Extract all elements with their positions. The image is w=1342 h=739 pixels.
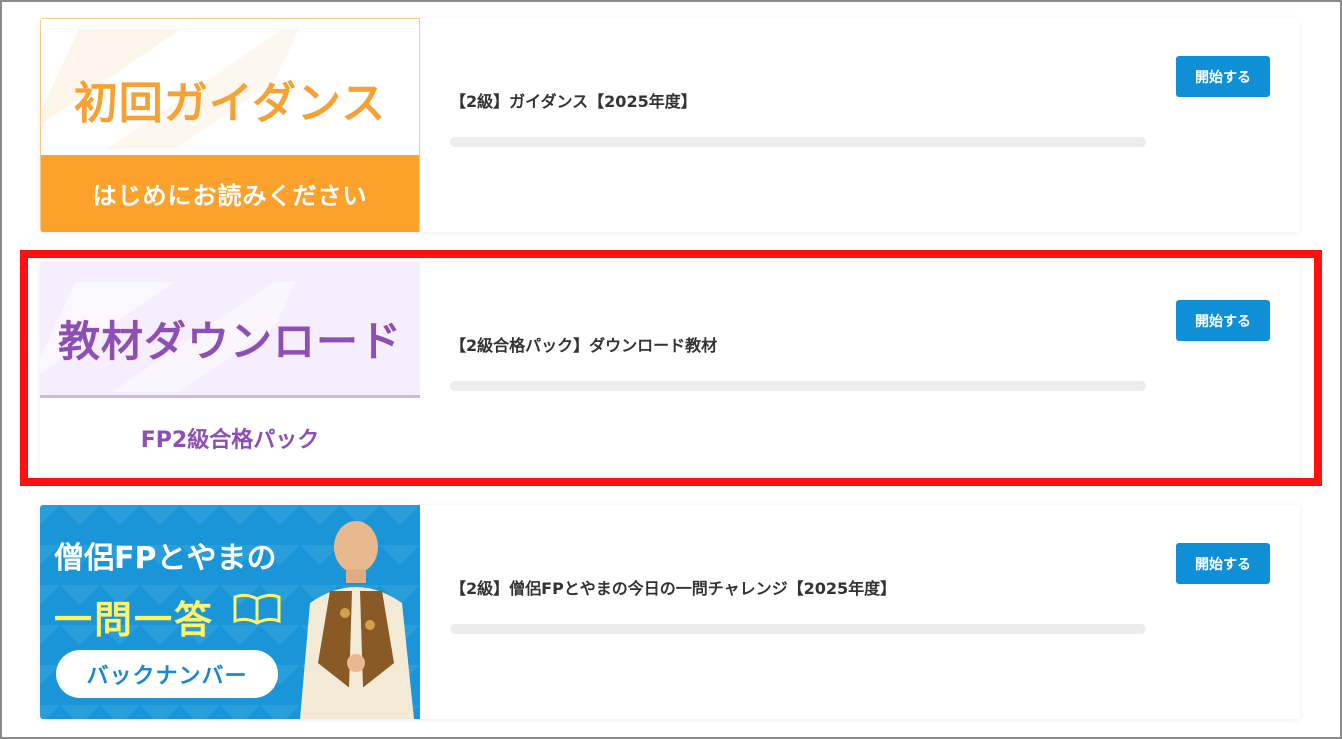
thumbnail-title-line1: 僧侶FPとやまの [54,541,277,576]
thumbnail-title: 初回ガイダンス [73,78,387,129]
thumbnail-title: 教材ダウンロード [57,317,402,366]
course-title[interactable]: 【2級】ガイダンス【2025年度】 [450,88,697,112]
course-card-daily-question[interactable]: 僧侶FPとやまの 一問一答 バックナンバー 【2級】僧侶FPとやまの今日の一問チ… [40,505,1300,719]
course-title[interactable]: 【2級】僧侶FPとやまの今日の一問チャレンジ【2025年度】 [450,575,896,599]
course-card-download[interactable]: 教材ダウンロード FP2級合格パック 【2級合格パック】ダウンロード教材 開始す… [40,262,1300,476]
course-thumbnail-download[interactable]: 教材ダウンロード FP2級合格パック [40,262,420,476]
book-icon [233,593,281,625]
course-content: 【2級】ガイダンス【2025年度】 [450,18,1170,232]
thumbnail-pill-label: バックナンバー [56,650,278,698]
progress-bar [450,137,1146,147]
course-card-guidance[interactable]: 初回ガイダンス はじめにお読みください 【2級】ガイダンス【2025年度】 開始… [40,18,1300,232]
thumbnail-subtitle: FP2級合格パック [140,428,320,453]
thumbnail-subtitle: はじめにお読みください [41,155,419,232]
start-button[interactable]: 開始する [1176,543,1270,584]
progress-bar [450,624,1146,634]
thumbnail-title-line2: 一問一答 [54,598,215,642]
start-button[interactable]: 開始する [1176,56,1270,97]
course-content: 【2級】僧侶FPとやまの今日の一問チャレンジ【2025年度】 [450,505,1170,719]
progress-bar [450,381,1146,391]
course-content: 【2級合格パック】ダウンロード教材 [450,262,1170,476]
course-thumbnail-guidance[interactable]: 初回ガイダンス はじめにお読みください [40,18,420,232]
start-button[interactable]: 開始する [1176,300,1270,341]
course-title[interactable]: 【2級合格パック】ダウンロード教材 [450,332,717,356]
monk-photo [300,521,414,719]
course-thumbnail-daily-question[interactable]: 僧侶FPとやまの 一問一答 バックナンバー [40,505,420,719]
